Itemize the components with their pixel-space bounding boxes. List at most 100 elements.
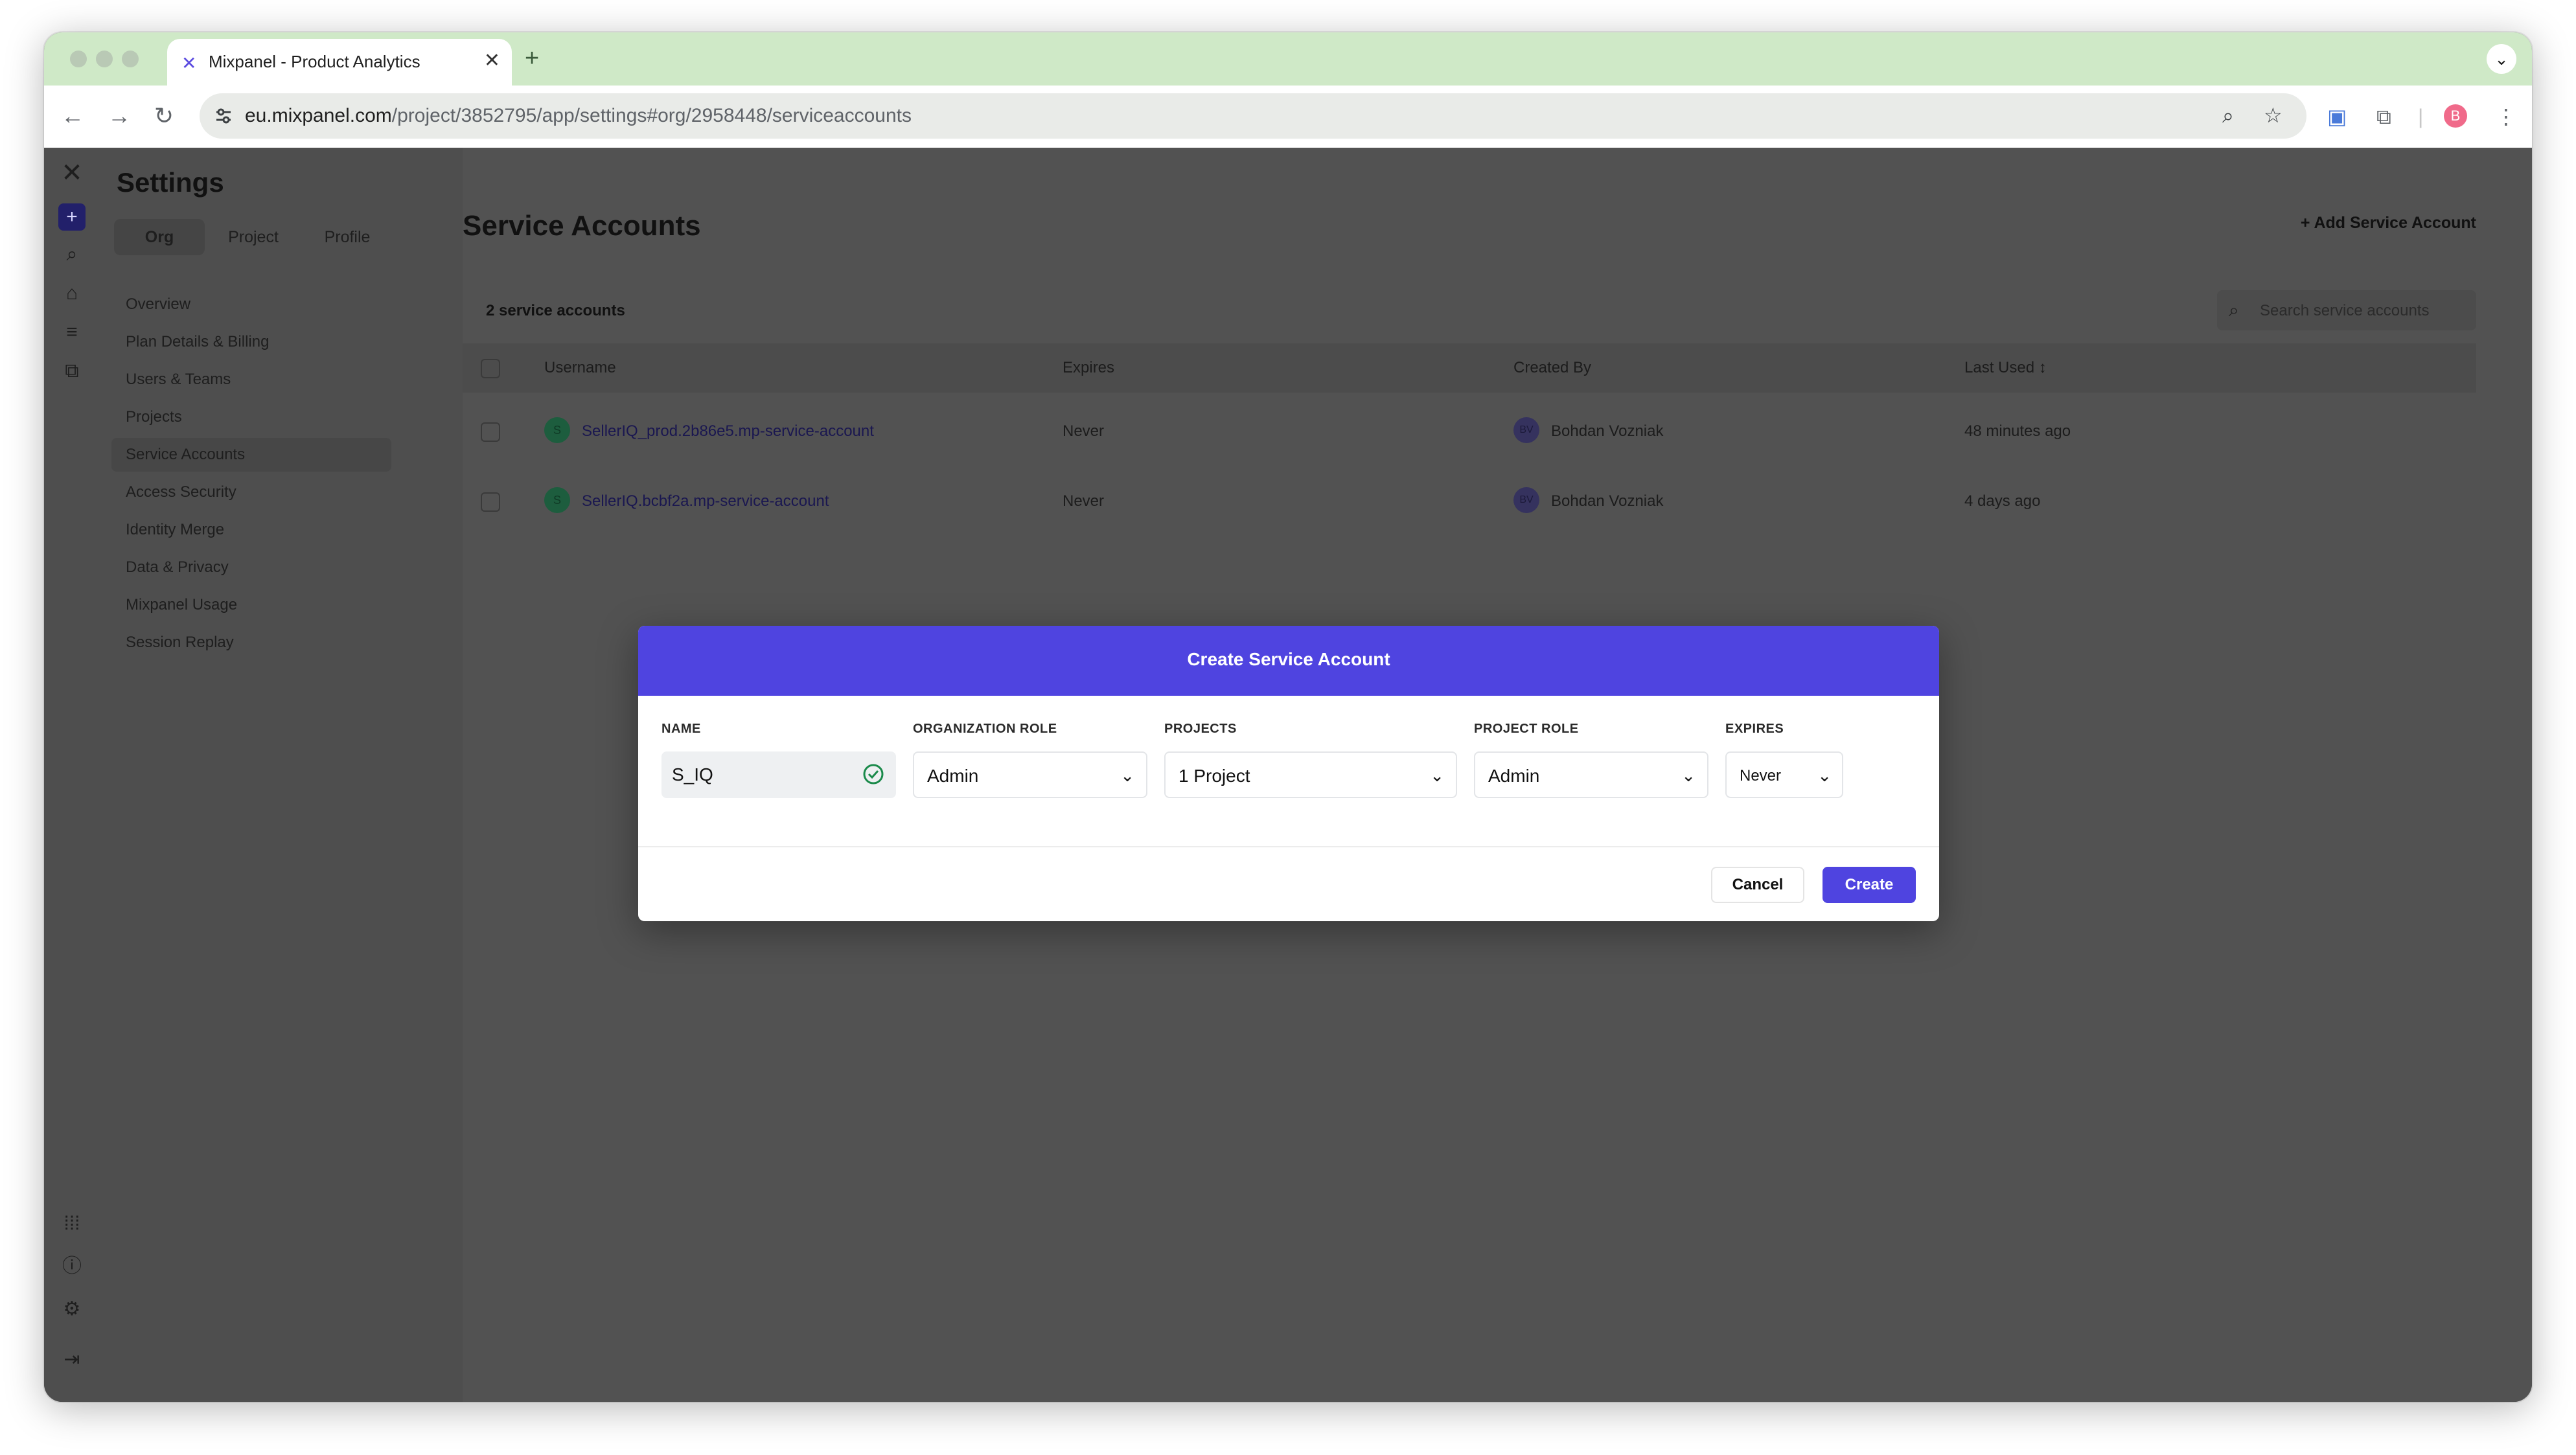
dialog-divider [638, 846, 1939, 847]
mixpanel-logo-icon: ✕ [181, 53, 197, 73]
name-field[interactable]: S_IQ [661, 751, 896, 798]
scope-tab-org[interactable]: Org [114, 219, 205, 255]
projects-label: PROJECTS [1164, 722, 1237, 736]
scope-tab-profile[interactable]: Profile [302, 219, 393, 255]
tab-title: Mixpanel - Product Analytics [209, 52, 420, 71]
created-by-value: Bohdan Vozniak [1551, 492, 1664, 510]
last-used-value: 48 minutes ago [1964, 422, 2071, 440]
boards-icon[interactable]: ⧉ [58, 358, 86, 385]
toolbar-divider: | [2418, 105, 2424, 128]
create-service-account-dialog: Create Service Account NAME S_IQ ORGANIZ… [638, 626, 1939, 921]
scope-tab-project[interactable]: Project [208, 219, 299, 255]
page-title: Service Accounts [463, 210, 701, 242]
create-button[interactable]: Create [1823, 867, 1916, 903]
mixpanel-logo-icon[interactable]: ✕ [58, 159, 86, 187]
projects-select[interactable]: 1 Project ⌄ [1164, 751, 1457, 798]
sidebar-item-mixpanel-usage[interactable]: Mixpanel Usage [111, 588, 391, 622]
sort-icon: ↕ [2038, 359, 2047, 376]
sidebar-item-identity-merge[interactable]: Identity Merge [111, 513, 391, 547]
add-service-account-label: Add Service Account [2314, 214, 2476, 232]
translate-icon[interactable]: ▣ [2327, 105, 2347, 128]
tab-strip: ✕ Mixpanel - Product Analytics ✕ + ⌄ [44, 32, 2532, 86]
help-icon[interactable]: ⓘ [58, 1253, 86, 1280]
zoom-icon[interactable]: ⌕ [2222, 102, 2234, 128]
close-window-button[interactable] [70, 51, 87, 67]
cancel-button[interactable]: Cancel [1711, 867, 1804, 903]
chevron-down-icon: ⌄ [1430, 766, 1444, 785]
scope-switcher: Org Project Profile [114, 219, 393, 255]
new-tab-icon[interactable]: + [525, 45, 539, 71]
chevron-down-icon: ⌄ [1681, 766, 1696, 785]
column-username[interactable]: Username [544, 359, 616, 377]
profile-avatar[interactable]: B [2444, 104, 2467, 128]
sidebar-item-overview[interactable]: Overview [111, 288, 391, 321]
url-text[interactable]: eu.mixpanel.com/project/3852795/app/sett… [245, 105, 912, 127]
dialog-header: Create Service Account [638, 626, 1939, 696]
bookmark-star-icon[interactable]: ☆ [2264, 102, 2283, 128]
column-expires[interactable]: Expires [1063, 359, 1114, 377]
browser-menu-icon[interactable]: ⋮ [2496, 105, 2516, 128]
username-link[interactable]: SellerIQ.bcbf2a.mp-service-account [582, 492, 829, 510]
search-icon[interactable]: ⌕ [58, 241, 86, 268]
org-role-select[interactable]: Admin ⌄ [913, 751, 1147, 798]
table-header: Username Expires Created By Last Used ↕ [463, 343, 2476, 393]
close-tab-icon[interactable]: ✕ [484, 49, 500, 73]
sidebar-item-service-accounts[interactable]: Service Accounts [111, 438, 391, 472]
plus-icon: + [2300, 214, 2314, 232]
project-role-select[interactable]: Admin ⌄ [1474, 751, 1708, 798]
sidebar-item-data-privacy[interactable]: Data & Privacy [111, 551, 391, 584]
tab-search-chevron-icon[interactable]: ⌄ [2487, 44, 2516, 74]
settings-title: Settings [117, 167, 224, 198]
maximize-window-button[interactable] [122, 51, 139, 67]
settings-sidebar: Settings Org Project Profile Overview Pl… [100, 148, 463, 1402]
name-value: S_IQ [672, 764, 713, 785]
database-icon[interactable]: ≡ [58, 319, 86, 346]
dialog-title: Create Service Account [1187, 649, 1390, 669]
column-created-by[interactable]: Created By [1513, 359, 1591, 377]
create-new-icon[interactable]: + [58, 203, 86, 231]
chevron-down-icon: ⌄ [1817, 766, 1832, 785]
sidebar-item-access-security[interactable]: Access Security [111, 475, 391, 509]
table-row[interactable]: S SellerIQ_prod.2b86e5.mp-service-accoun… [463, 398, 2476, 468]
expires-value: Never [1063, 492, 1105, 510]
search-icon: ⌕ [2229, 300, 2239, 320]
address-bar[interactable]: eu.mixpanel.com/project/3852795/app/sett… [200, 93, 2306, 139]
browser-window: ✕ Mixpanel - Product Analytics ✕ + ⌄ ← →… [44, 32, 2532, 1402]
org-role-value: Admin [927, 766, 979, 786]
created-by-value: Bohdan Vozniak [1551, 422, 1664, 440]
row-checkbox[interactable] [481, 422, 500, 442]
select-all-checkbox[interactable] [481, 359, 500, 378]
extensions-icon[interactable]: ⧉ [2376, 105, 2391, 128]
avatar: S [544, 417, 570, 443]
sidebar-item-session-replay[interactable]: Session Replay [111, 626, 391, 659]
add-service-account-button[interactable]: + Add Service Account [2301, 214, 2476, 233]
expires-label: EXPIRES [1725, 722, 1784, 736]
settings-gear-icon[interactable]: ⚙ [58, 1296, 86, 1323]
row-checkbox[interactable] [481, 492, 500, 512]
last-used-value: 4 days ago [1964, 492, 2041, 510]
projects-value: 1 Project [1179, 766, 1250, 786]
table-row[interactable]: S SellerIQ.bcbf2a.mp-service-account Nev… [463, 468, 2476, 538]
username-link[interactable]: SellerIQ_prod.2b86e5.mp-service-account [582, 422, 874, 441]
valid-check-icon [863, 764, 884, 785]
sidebar-item-plan-billing[interactable]: Plan Details & Billing [111, 325, 391, 359]
sidebar-item-projects[interactable]: Projects [111, 400, 391, 434]
expand-sidebar-icon[interactable]: ⇥ [58, 1346, 86, 1373]
home-icon[interactable]: ⌂ [58, 280, 86, 307]
column-last-used[interactable]: Last Used ↕ [1964, 359, 2047, 377]
reload-icon[interactable]: ↻ [154, 100, 174, 132]
avatar: BV [1513, 417, 1539, 443]
expires-select[interactable]: Never ⌄ [1725, 751, 1843, 798]
site-settings-icon[interactable] [214, 106, 233, 126]
apps-grid-icon[interactable]: ⁞⁞⁞ [58, 1210, 86, 1237]
sidebar-item-users-teams[interactable]: Users & Teams [111, 363, 391, 396]
browser-tab[interactable]: ✕ Mixpanel - Product Analytics ✕ [167, 39, 512, 86]
forward-icon[interactable]: → [108, 100, 131, 132]
minimize-window-button[interactable] [96, 51, 113, 67]
avatar: BV [1513, 487, 1539, 513]
expires-select-value: Never [1740, 767, 1782, 785]
search-input[interactable]: ⌕ Search service accounts [2217, 290, 2476, 330]
name-label: NAME [661, 722, 701, 736]
avatar: S [544, 487, 570, 513]
back-icon[interactable]: ← [61, 100, 84, 132]
